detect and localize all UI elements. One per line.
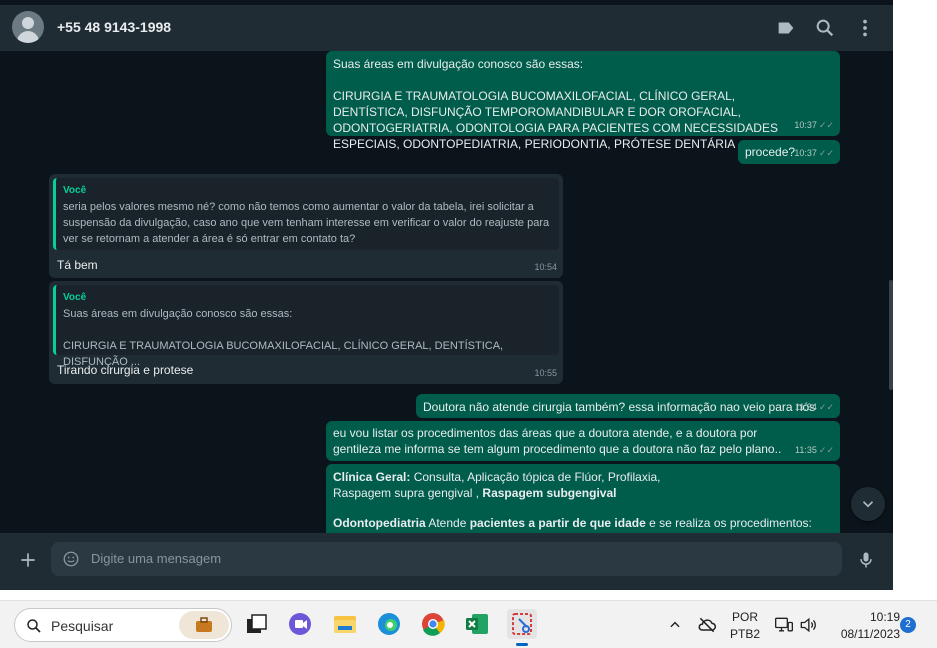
message-bubble[interactable]: Você Suas áreas em divulgação conosco sã…	[49, 281, 563, 384]
language-code: POR	[731, 610, 758, 624]
scroll-to-bottom-button[interactable]	[851, 487, 885, 521]
message-input[interactable]: Digite uma mensagem	[51, 542, 842, 576]
excel-icon[interactable]	[464, 611, 490, 637]
message-list[interactable]: Suas áreas em divulgação conosco são ess…	[0, 51, 893, 533]
double-check-icon: ✓✓	[818, 148, 834, 158]
message-time: 10:54	[534, 262, 557, 272]
message-bubble[interactable]: Você seria pelos valores mesmo né? como …	[49, 174, 563, 278]
quote-author: Você	[63, 185, 87, 196]
attach-plus-icon[interactable]	[18, 550, 38, 570]
taskbar-search-placeholder: Pesquisar	[51, 618, 114, 634]
composer-bar: Digite uma mensagem	[0, 533, 893, 590]
double-check-icon: ✓✓	[818, 120, 834, 130]
chat-header: +55 48 9143-1998	[0, 5, 893, 51]
message-bubble[interactable]: Suas áreas em divulgação conosco são ess…	[326, 51, 840, 151]
cloud-offline-icon[interactable]	[697, 615, 717, 635]
emoji-icon[interactable]	[62, 550, 80, 568]
microphone-icon[interactable]	[856, 549, 876, 571]
message-text: procede?	[745, 145, 796, 159]
menu-icon[interactable]	[854, 17, 876, 39]
message-text: Doutora não atende cirurgia também? essa…	[423, 400, 816, 414]
briefcase-icon	[179, 611, 229, 639]
message-bubble[interactable]: eu vou listar os procedimentos das áreas…	[326, 421, 840, 461]
keyboard-layout: PTB2	[729, 627, 760, 641]
contact-avatar[interactable]	[12, 11, 44, 43]
search-icon	[27, 619, 41, 633]
double-check-icon: ✓✓	[818, 402, 834, 412]
desktop-background	[893, 0, 937, 600]
quote-text: seria pelos valores mesmo né? como não t…	[63, 201, 550, 245]
message-text: Tá bem	[57, 258, 98, 272]
message-input-placeholder: Digite uma mensagem	[91, 551, 222, 566]
message-time: 11:35	[795, 445, 817, 455]
message-text: e se realiza os procedimentos:	[645, 516, 812, 530]
message-text: Suas áreas em divulgação conosco são ess…	[333, 57, 584, 71]
task-view-icon[interactable]	[244, 611, 270, 637]
edge-browser-icon[interactable]	[376, 611, 402, 637]
message-bubble[interactable]: Clínica Geral: Consulta, Aplicação tópic…	[326, 464, 840, 533]
chevron-up-icon[interactable]	[668, 618, 682, 632]
message-bubble[interactable]: Doutora não atende cirurgia também? essa…	[416, 394, 840, 418]
chrome-browser-icon[interactable]	[420, 611, 446, 637]
snipping-tool-icon[interactable]	[507, 609, 537, 646]
message-text: Tirando cirurgia e protese	[57, 363, 194, 377]
monitor-phone-icon[interactable]	[774, 615, 794, 635]
clock-date: 08/11/2023	[840, 627, 900, 641]
message-text: Atende	[425, 516, 470, 530]
windows-taskbar: Pesquisar POR PTB2 10:19 08/11/2023 2	[0, 600, 937, 648]
taskbar-search[interactable]: Pesquisar	[14, 608, 232, 642]
message-time: 11:34	[795, 402, 817, 412]
message-text-bold: Raspagem subgengival	[482, 486, 617, 500]
clock-time: 10:19	[869, 610, 900, 624]
message-bubble[interactable]: procede? 10:37 ✓✓	[738, 140, 840, 164]
teams-chat-icon[interactable]	[287, 611, 313, 637]
message-text-bold: pacientes a partir de que idade	[469, 516, 646, 530]
quoted-message[interactable]: Você Suas áreas em divulgação conosco sã…	[53, 285, 559, 368]
language-indicator[interactable]: POR PTB2	[728, 610, 762, 641]
notification-badge[interactable]: 2	[900, 617, 916, 633]
message-text: eu vou listar os procedimentos das áreas…	[333, 426, 782, 456]
double-check-icon: ✓✓	[818, 445, 834, 455]
quote-text: Suas áreas em divulgação conosco são ess…	[63, 308, 293, 320]
quote-author: Você	[63, 292, 87, 303]
message-text-bold: Odontopediatria	[333, 516, 426, 530]
quoted-message[interactable]: Você seria pelos valores mesmo né? como …	[53, 178, 559, 250]
whatsapp-window: +55 48 9143-1998 Suas áreas em divulgaçã…	[0, 0, 893, 590]
message-text: Consulta, Aplicação tópica de Flúor, Pro…	[410, 470, 661, 484]
label-icon[interactable]	[775, 17, 797, 39]
file-explorer-icon[interactable]	[332, 611, 358, 637]
volume-icon[interactable]	[798, 615, 818, 635]
contact-name[interactable]: +55 48 9143-1998	[57, 19, 171, 35]
message-text-bold: Clínica Geral:	[333, 470, 411, 484]
message-time: 10:55	[534, 368, 557, 378]
chevron-down-icon	[862, 501, 874, 508]
message-time: 10:37	[794, 148, 817, 158]
message-time: 10:37	[794, 120, 817, 130]
search-icon[interactable]	[814, 17, 836, 39]
message-text: Raspagem supra gengival ,	[333, 486, 483, 500]
clock[interactable]: 10:19 08/11/2023	[826, 610, 900, 641]
